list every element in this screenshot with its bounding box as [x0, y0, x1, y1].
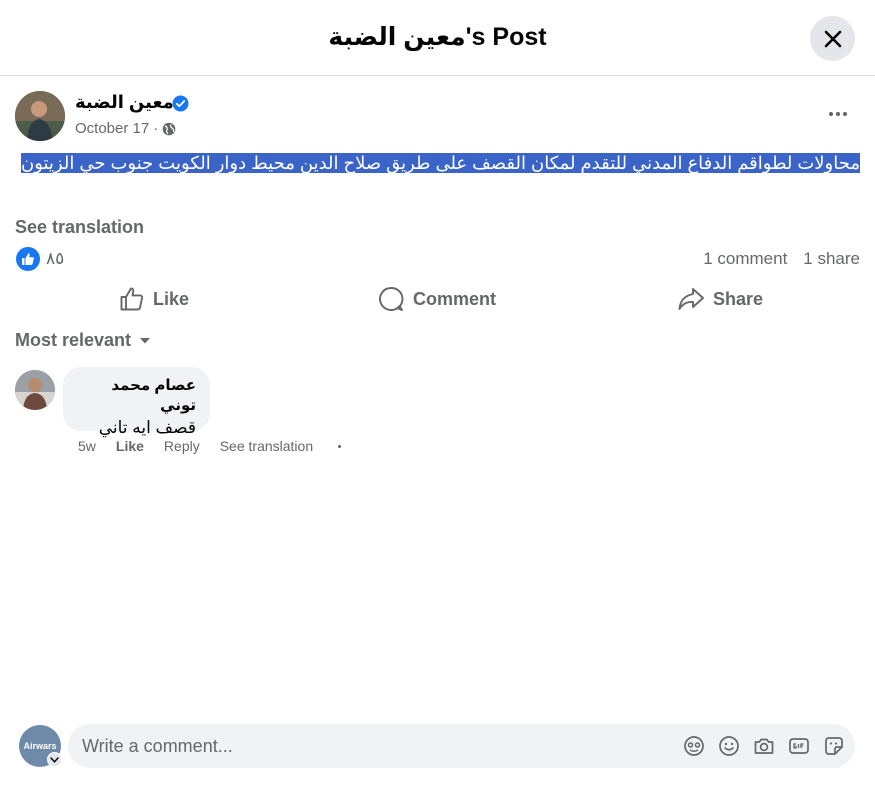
verified-badge-icon [172, 95, 189, 112]
commenter-avatar[interactable] [15, 370, 55, 410]
comment-button[interactable]: Comment [377, 281, 496, 317]
comment-reply-button[interactable]: Reply [164, 438, 200, 454]
avatar-sticker-icon [684, 736, 704, 756]
composer-avatar-text: Airwars [23, 741, 57, 751]
comment-button-label: Comment [413, 288, 497, 309]
comment-input[interactable] [82, 724, 662, 768]
share-arrow-icon [678, 288, 704, 310]
comment-text: قصف ايه تاني [98, 418, 196, 437]
post-stats: 1 comment 1 share [703, 249, 860, 269]
thumbs-up-icon [120, 287, 144, 311]
close-icon [824, 30, 841, 47]
comment-like-button[interactable]: Like [116, 438, 144, 454]
close-button[interactable] [810, 16, 855, 61]
comments-count[interactable]: 1 comment [703, 249, 787, 269]
comment-actions: 5w Like Reply See translation [78, 438, 342, 454]
author-avatar[interactable] [15, 91, 65, 141]
camera-icon [754, 738, 774, 754]
post-text: محاولات لطواقم الدفاع المدني للتقدم لمكا… [20, 153, 860, 173]
post-date[interactable]: October 17 [75, 120, 149, 137]
dialog-header: معين الضبة's Post [0, 0, 875, 76]
more-dot-icon [829, 112, 833, 116]
sticker-button[interactable] [823, 735, 845, 757]
sticker-icon [825, 737, 843, 755]
photo-button[interactable] [753, 735, 775, 757]
like-button[interactable]: Like [119, 281, 189, 317]
gif-button[interactable] [788, 735, 810, 757]
emoji-button[interactable] [718, 735, 740, 757]
see-translation-link[interactable]: See translation [15, 217, 144, 238]
post-meta: October 17 · [75, 120, 176, 137]
comment-bubble-icon [379, 287, 404, 311]
dialog-title: معين الضبة's Post [328, 23, 547, 51]
comment-see-translation-link[interactable]: See translation [220, 438, 313, 454]
more-options-button[interactable] [822, 100, 854, 128]
reaction-count: ٨٥ [46, 249, 65, 268]
smiley-icon [719, 736, 739, 756]
share-button[interactable]: Share [677, 281, 763, 317]
post-author-name[interactable]: معين الضبة [75, 92, 174, 113]
more-dot-icon [843, 112, 847, 116]
reactions-summary[interactable]: ٨٥ [16, 247, 64, 271]
globe-icon [162, 122, 176, 135]
comments-filter-dropdown[interactable]: Most relevant [15, 330, 151, 351]
meta-separator: · [153, 120, 159, 137]
post-body: محاولات لطواقم الدفاع المدني للتقدم لمكا… [15, 152, 860, 175]
shares-count[interactable]: 1 share [803, 249, 860, 269]
avatar-sticker-button[interactable] [683, 735, 705, 757]
more-dot-icon [836, 112, 840, 116]
comment-timestamp[interactable]: 5w [78, 438, 96, 454]
comment-bubble: عصام محمد توني قصف ايه تاني [63, 367, 210, 437]
comments-filter-label: Most relevant [15, 330, 132, 350]
caret-down-icon [140, 337, 151, 343]
comment-author-name[interactable]: عصام محمد توني [77, 376, 196, 416]
like-button-label: Like [153, 288, 190, 309]
comment-dot-icon [338, 444, 342, 448]
gif-icon [789, 738, 809, 754]
account-switcher-button[interactable] [47, 752, 62, 767]
share-button-label: Share [713, 288, 764, 309]
like-reaction-icon [16, 247, 40, 271]
composer-tools [683, 735, 845, 757]
chevron-down-icon [50, 756, 59, 763]
comment-composer [68, 724, 855, 768]
